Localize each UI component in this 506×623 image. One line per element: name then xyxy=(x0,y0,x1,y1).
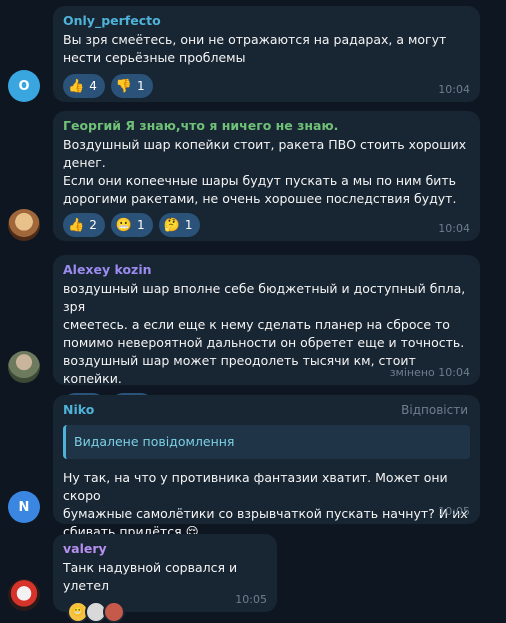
thumbs-up-icon: 👍 xyxy=(68,217,85,233)
reaction-thumbs-up[interactable]: 👍 2 xyxy=(63,213,105,237)
text-line: Ну так, на что у противника фантазии хва… xyxy=(63,470,448,503)
text-line: смеетесь. а если еще к нему сделать план… xyxy=(63,317,450,332)
avatar[interactable] xyxy=(8,209,40,241)
message-text: Танк надувной сорвался и улетел xyxy=(63,560,238,593)
timestamp: 10:05 xyxy=(438,505,470,518)
author-name[interactable]: Only_perfecto xyxy=(63,12,470,30)
avatar[interactable]: O xyxy=(8,70,40,102)
message-bubble[interactable]: valery Танк надувной сорвался и улетел 😬… xyxy=(53,534,277,623)
text-line: денег. xyxy=(63,155,106,170)
reaction-count: 1 xyxy=(184,218,193,232)
avatar-letter: N xyxy=(18,499,30,515)
quoted-message[interactable]: Видалене повідомлення xyxy=(63,425,470,459)
avatar[interactable] xyxy=(8,579,40,611)
reaction-count: 1 xyxy=(137,218,145,232)
message-text: Вы зря смеётесь, они не отражаются на ра… xyxy=(63,32,447,65)
reaction-count: 1 xyxy=(137,79,145,93)
reaction-thumbs-down[interactable]: 👎 1 xyxy=(110,74,153,98)
message-bubble[interactable]: Only_perfecto Вы зря смеётесь, они не от… xyxy=(53,6,480,102)
avatar[interactable]: N xyxy=(8,491,40,523)
author-name[interactable]: Alexey kozin xyxy=(63,261,470,279)
thumbs-down-icon: 👎 xyxy=(115,78,133,94)
reactions: 👍 4 👎 1 xyxy=(63,74,470,98)
thinking-face-icon: 🤔 xyxy=(163,217,180,233)
quoted-text: Видалене повідомлення xyxy=(74,434,235,449)
message-bubble[interactable]: Niko Відповісти Видалене повідомлення Ну… xyxy=(53,395,480,539)
grimacing-face-icon: 😬 xyxy=(115,217,133,233)
author-name[interactable]: Георгий Я знаю,что я ничего не знаю. xyxy=(63,117,470,135)
reaction-thumbs-up[interactable]: 👍 4 xyxy=(63,74,105,98)
timestamp: 10:04 xyxy=(438,83,470,96)
reaction-count: 4 xyxy=(89,79,97,93)
text-line: Если они копеечные шары будут пускать а … xyxy=(63,173,457,188)
text-line: помимо невероятной дальности он обретет … xyxy=(63,335,465,350)
timestamp: змінено 10:04 xyxy=(389,366,470,379)
reactions: 👍 2 😬 1 🤔 1 xyxy=(63,213,470,237)
avatar-letter: O xyxy=(18,78,30,94)
reaction-count: 2 xyxy=(89,218,97,232)
author-name[interactable]: valery xyxy=(63,540,267,558)
text-line: дорогими ракетами, не очень хорошее посл… xyxy=(63,191,457,206)
thumbs-up-icon: 👍 xyxy=(68,78,85,94)
reaction-thinking[interactable]: 🤔 1 xyxy=(158,213,201,237)
timestamp: 10:05 xyxy=(235,593,267,606)
message-bubble[interactable]: Георгий Я знаю,что я ничего не знаю. Воз… xyxy=(53,111,480,241)
text-line: воздушный шар вполне себе бюджетный и до… xyxy=(63,281,466,314)
text-line: бумажные самолётики со взрывчаткой пуска… xyxy=(63,506,468,521)
reactor-avatar xyxy=(103,601,125,623)
timestamp: 10:04 xyxy=(438,222,470,235)
message-bubble[interactable]: Alexey kozin воздушный шар вполне себе б… xyxy=(53,255,480,417)
text-line: Воздушный шар копейки стоит, ракета ПВО … xyxy=(63,137,467,152)
message-text: Ну так, на что у противника фантазии хва… xyxy=(63,469,470,541)
reaction-grimacing[interactable]: 😬 1 xyxy=(110,213,153,237)
avatar[interactable] xyxy=(8,351,40,383)
reply-button[interactable]: Відповісти xyxy=(401,403,468,417)
message-text: Воздушный шар копейки стоит, ракета ПВО … xyxy=(63,136,470,208)
